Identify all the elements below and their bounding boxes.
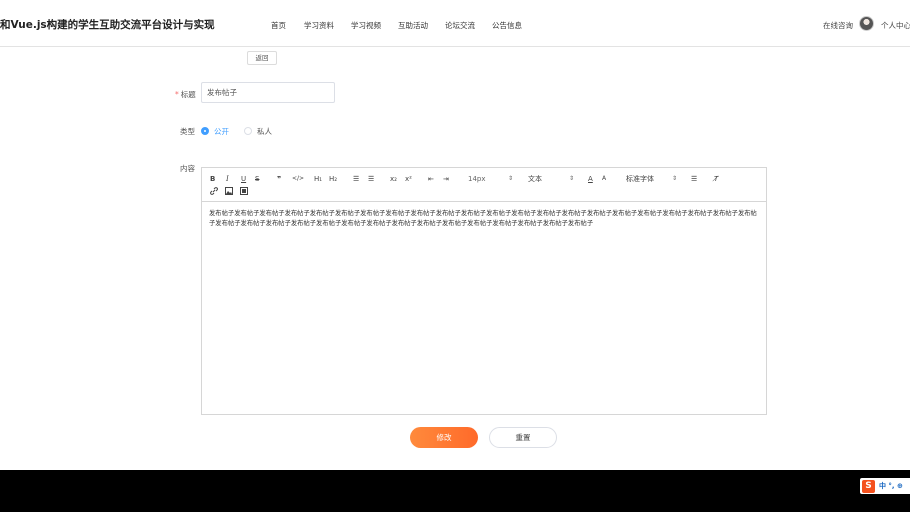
clean-format-icon[interactable]: T̸ [714, 174, 718, 184]
sogou-ime-icon: S [862, 479, 875, 493]
rich-text-editor: B I U S ❞ </> H₁ H₂ ☰ ☰ x₂ x² ⇤ ⇥ 14px ⇕… [201, 167, 767, 415]
nav-item-forum[interactable]: 论坛交流 [445, 20, 475, 31]
reset-button[interactable]: 重置 [489, 427, 557, 448]
taskbar [0, 470, 910, 512]
avatar[interactable] [859, 16, 874, 31]
font-family-select[interactable]: 标准字体 [626, 174, 654, 184]
submit-button[interactable]: 修改 [410, 427, 478, 448]
font-size-caret-icon: ⇕ [508, 175, 514, 182]
video-icon[interactable] [240, 187, 248, 197]
align-icon[interactable]: ☰ [691, 174, 697, 184]
blockquote-icon[interactable]: ❞ [277, 174, 281, 184]
background-color-icon[interactable]: A [602, 174, 606, 184]
online-consult-link[interactable]: 在线咨询 [823, 20, 853, 31]
nav-item-videos[interactable]: 学习视频 [351, 20, 381, 31]
nav-item-notices[interactable]: 公告信息 [492, 20, 522, 31]
image-icon[interactable] [225, 187, 233, 197]
header-caret-icon: ⇕ [569, 175, 575, 182]
subscript-button[interactable]: x₂ [390, 174, 397, 184]
indent-icon[interactable]: ⇥ [443, 174, 449, 184]
site-title: 和Vue.js构建的学生互助交流平台设计与实现 [0, 19, 215, 31]
superscript-button[interactable]: x² [405, 174, 412, 184]
content-label: 内容 [180, 164, 195, 173]
italic-button[interactable]: I [226, 174, 229, 184]
font-family-caret-icon: ⇕ [672, 175, 678, 182]
radio-checked-icon [201, 127, 209, 135]
nav-item-materials[interactable]: 学习资料 [304, 20, 334, 31]
radio-private-label: 私人 [257, 126, 272, 136]
title-label: * 标题 [175, 90, 196, 99]
ime-toolbar[interactable]: S 中 °, ⊕ [860, 478, 910, 494]
header-select[interactable]: 文本 [528, 174, 542, 184]
nav-item-home[interactable]: 首页 [271, 20, 286, 31]
header2-button[interactable]: H₂ [329, 174, 337, 184]
title-input[interactable]: 发布帖子 [201, 82, 335, 103]
top-header: 和Vue.js构建的学生互助交流平台设计与实现 首页 学习资料 学习视频 互助活… [0, 0, 910, 47]
back-button[interactable]: 返回 [247, 51, 277, 65]
outdent-icon[interactable]: ⇤ [428, 174, 434, 184]
link-icon[interactable] [210, 187, 218, 197]
code-block-icon[interactable]: </> [292, 174, 304, 184]
underline-button[interactable]: U [241, 174, 246, 184]
bold-button[interactable]: B [210, 174, 215, 184]
nav-item-activities[interactable]: 互助活动 [398, 20, 428, 31]
radio-public[interactable]: 公开 [201, 126, 229, 136]
radio-private[interactable]: 私人 [244, 126, 272, 136]
editor-content[interactable]: 发布帖子发布帖子发布帖子发布帖子发布帖子发布帖子发布帖子发布帖子发布帖子发布帖子… [209, 209, 761, 228]
font-size-select[interactable]: 14px [468, 174, 486, 184]
font-color-icon[interactable]: A [588, 174, 593, 184]
required-asterisk: * [175, 90, 179, 99]
editor-toolbar: B I U S ❞ </> H₁ H₂ ☰ ☰ x₂ x² ⇤ ⇥ 14px ⇕… [202, 168, 766, 202]
strike-button[interactable]: S [255, 174, 259, 184]
bullet-list-icon[interactable]: ☰ [368, 174, 374, 184]
ordered-list-icon[interactable]: ☰ [353, 174, 359, 184]
radio-public-label: 公开 [214, 126, 229, 136]
ime-status-text: 中 °, ⊕ [879, 482, 903, 490]
type-label: 类型 [180, 127, 195, 136]
radio-unchecked-icon [244, 127, 252, 135]
header1-button[interactable]: H₁ [314, 174, 322, 184]
user-center-link[interactable]: 个人中心 [881, 20, 910, 31]
